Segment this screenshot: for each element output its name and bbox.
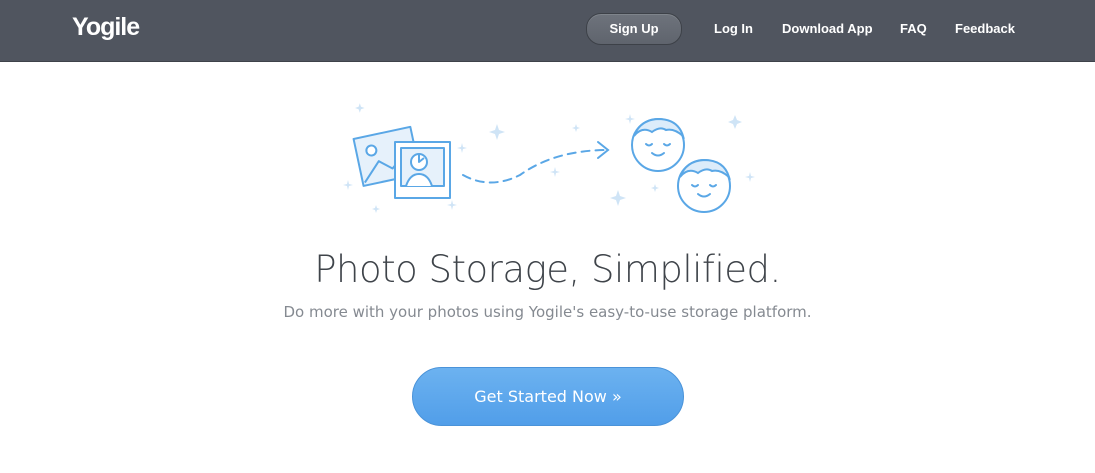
smiling-face-icon	[677, 158, 731, 213]
logo[interactable]: Yogile	[72, 12, 140, 42]
get-started-button[interactable]: Get Started Now »	[412, 367, 684, 426]
dashed-arrow-icon	[462, 141, 610, 184]
hero-illustration	[343, 103, 755, 213]
signup-button[interactable]: Sign Up	[586, 13, 682, 45]
faq-link[interactable]: FAQ	[900, 20, 927, 38]
top-navbar: Yogile Sign Up Log In Download App FAQ F…	[0, 0, 1095, 62]
page-subheadline: Do more with your photos using Yogile's …	[283, 303, 812, 321]
download-app-link[interactable]: Download App	[782, 20, 873, 38]
photos-icon	[352, 125, 451, 199]
page-headline: Photo Storage, Simplified.	[314, 248, 781, 291]
feedback-link[interactable]: Feedback	[955, 20, 1015, 38]
smiling-face-icon	[631, 117, 685, 172]
login-link[interactable]: Log In	[714, 20, 753, 38]
